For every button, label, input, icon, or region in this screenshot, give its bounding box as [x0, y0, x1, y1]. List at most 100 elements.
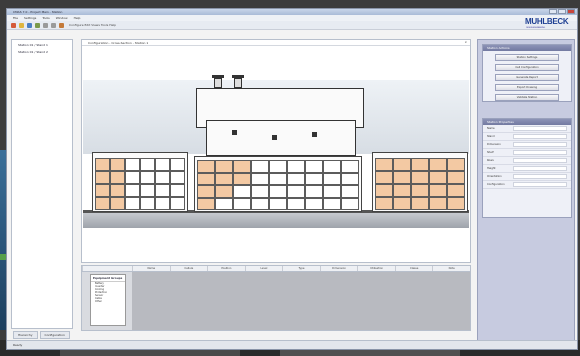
rack-cell[interactable]: [287, 185, 305, 198]
column-header[interactable]: Note: [432, 266, 470, 271]
rack-cell[interactable]: [170, 158, 185, 171]
close-button[interactable]: [567, 9, 575, 14]
print-icon[interactable]: [59, 22, 64, 28]
rack-cell[interactable]: [305, 185, 323, 198]
rack-cell[interactable]: [125, 184, 140, 197]
rack-cell[interactable]: [269, 172, 287, 185]
rack-cell[interactable]: [393, 158, 411, 171]
rack-cell[interactable]: [375, 158, 393, 171]
rack-cell[interactable]: [95, 158, 110, 171]
rack-cell[interactable]: [341, 160, 359, 173]
menu-window[interactable]: Window: [56, 16, 68, 20]
minimize-button[interactable]: [549, 9, 557, 14]
rack-cell[interactable]: [323, 172, 341, 185]
rack-cell[interactable]: [140, 171, 155, 184]
rack-cell[interactable]: [305, 197, 323, 210]
rack-cell[interactable]: [155, 184, 170, 197]
menu-settings[interactable]: Settings: [24, 16, 36, 20]
rack-cell[interactable]: [197, 185, 215, 198]
rack-cell[interactable]: [125, 197, 140, 210]
menu-file[interactable]: File: [13, 16, 18, 20]
rack-cell[interactable]: [323, 160, 341, 173]
rack-cell[interactable]: [197, 172, 215, 185]
column-header[interactable]: Type: [282, 266, 320, 271]
column-header[interactable]: Dimension: [319, 266, 358, 271]
view-close-icon[interactable]: ×: [464, 40, 467, 44]
rack-cell[interactable]: [323, 185, 341, 198]
rack-cell[interactable]: [411, 171, 429, 184]
rack-cell[interactable]: [375, 171, 393, 184]
rack-cell[interactable]: [233, 197, 251, 210]
rack-cell[interactable]: [287, 160, 305, 173]
redo-icon[interactable]: [51, 22, 56, 28]
open-icon[interactable]: [19, 22, 24, 28]
rack-cell[interactable]: [305, 160, 323, 173]
rack-cell[interactable]: [155, 197, 170, 210]
rack-cell[interactable]: [393, 171, 411, 184]
rack-cell[interactable]: [305, 172, 323, 185]
rack-cell[interactable]: [447, 171, 465, 184]
station-settings-button[interactable]: Station Settings: [495, 54, 559, 61]
new-icon[interactable]: [11, 22, 16, 28]
rack-cell[interactable]: [341, 185, 359, 198]
rack-cell[interactable]: [155, 158, 170, 171]
rack-cell[interactable]: [215, 160, 233, 173]
property-value[interactable]: [513, 158, 567, 163]
rack-cell[interactable]: [447, 158, 465, 171]
rack-cell[interactable]: [411, 197, 429, 210]
column-header[interactable]: Classe: [394, 266, 433, 271]
rack-cell[interactable]: [269, 160, 287, 173]
column-header[interactable]: Position: [207, 266, 245, 271]
rack-cell[interactable]: [341, 172, 359, 185]
rack-cell[interactable]: [197, 197, 215, 210]
rack-cell[interactable]: [251, 197, 269, 210]
rack-cell[interactable]: [110, 197, 125, 210]
maximize-button[interactable]: [558, 9, 566, 14]
column-header[interactable]: Level: [244, 266, 283, 271]
refresh-icon[interactable]: [35, 22, 40, 28]
menu-tools[interactable]: Tools: [42, 16, 49, 20]
rack-cell[interactable]: [393, 197, 411, 210]
cell-configuration-button[interactable]: Cell Configuration: [495, 64, 559, 71]
validate-station-button[interactable]: Validate Station: [495, 94, 559, 101]
rack-cell[interactable]: [269, 185, 287, 198]
rack-cell[interactable]: [215, 197, 233, 210]
rack-cell[interactable]: [95, 184, 110, 197]
rack-cell[interactable]: [375, 184, 393, 197]
rack-cell[interactable]: [447, 184, 465, 197]
rack-cell[interactable]: [95, 171, 110, 184]
undo-icon[interactable]: [43, 22, 48, 28]
rack-cell[interactable]: [233, 172, 251, 185]
rack-cell[interactable]: [140, 197, 155, 210]
rack-cell[interactable]: [110, 184, 125, 197]
rack-cell[interactable]: [215, 185, 233, 198]
list-item[interactable]: Other: [91, 300, 125, 303]
rack-cell[interactable]: [429, 171, 447, 184]
rack-cell[interactable]: [170, 197, 185, 210]
rack-cell[interactable]: [429, 158, 447, 171]
save-icon[interactable]: [27, 22, 32, 28]
rack-cell[interactable]: [411, 158, 429, 171]
property-value[interactable]: [513, 134, 567, 139]
rack-cell[interactable]: [287, 197, 305, 210]
rack-cell[interactable]: [341, 197, 359, 210]
column-header[interactable]: Utilisation: [357, 266, 395, 271]
rack-cell[interactable]: [110, 158, 125, 171]
rack-cell[interactable]: [140, 184, 155, 197]
rack-cell[interactable]: [233, 160, 251, 173]
rack-cell[interactable]: [197, 160, 215, 173]
rack-cell[interactable]: [170, 184, 185, 197]
rack-cell[interactable]: [110, 171, 125, 184]
rack-cell[interactable]: [251, 172, 269, 185]
rack-cell[interactable]: [429, 197, 447, 210]
rack-cell[interactable]: [233, 185, 251, 198]
rack-cell[interactable]: [375, 197, 393, 210]
rack-cell[interactable]: [215, 172, 233, 185]
column-header[interactable]: Name: [132, 266, 170, 271]
property-value[interactable]: [513, 174, 567, 179]
equipment-group-list[interactable]: Equipment Groups Battery Inverter Coolin…: [90, 274, 126, 326]
rack-cell[interactable]: [447, 197, 465, 210]
export-drawing-button[interactable]: Export Drawing: [495, 84, 559, 91]
rack-cell[interactable]: [393, 184, 411, 197]
rack-cell[interactable]: [155, 171, 170, 184]
